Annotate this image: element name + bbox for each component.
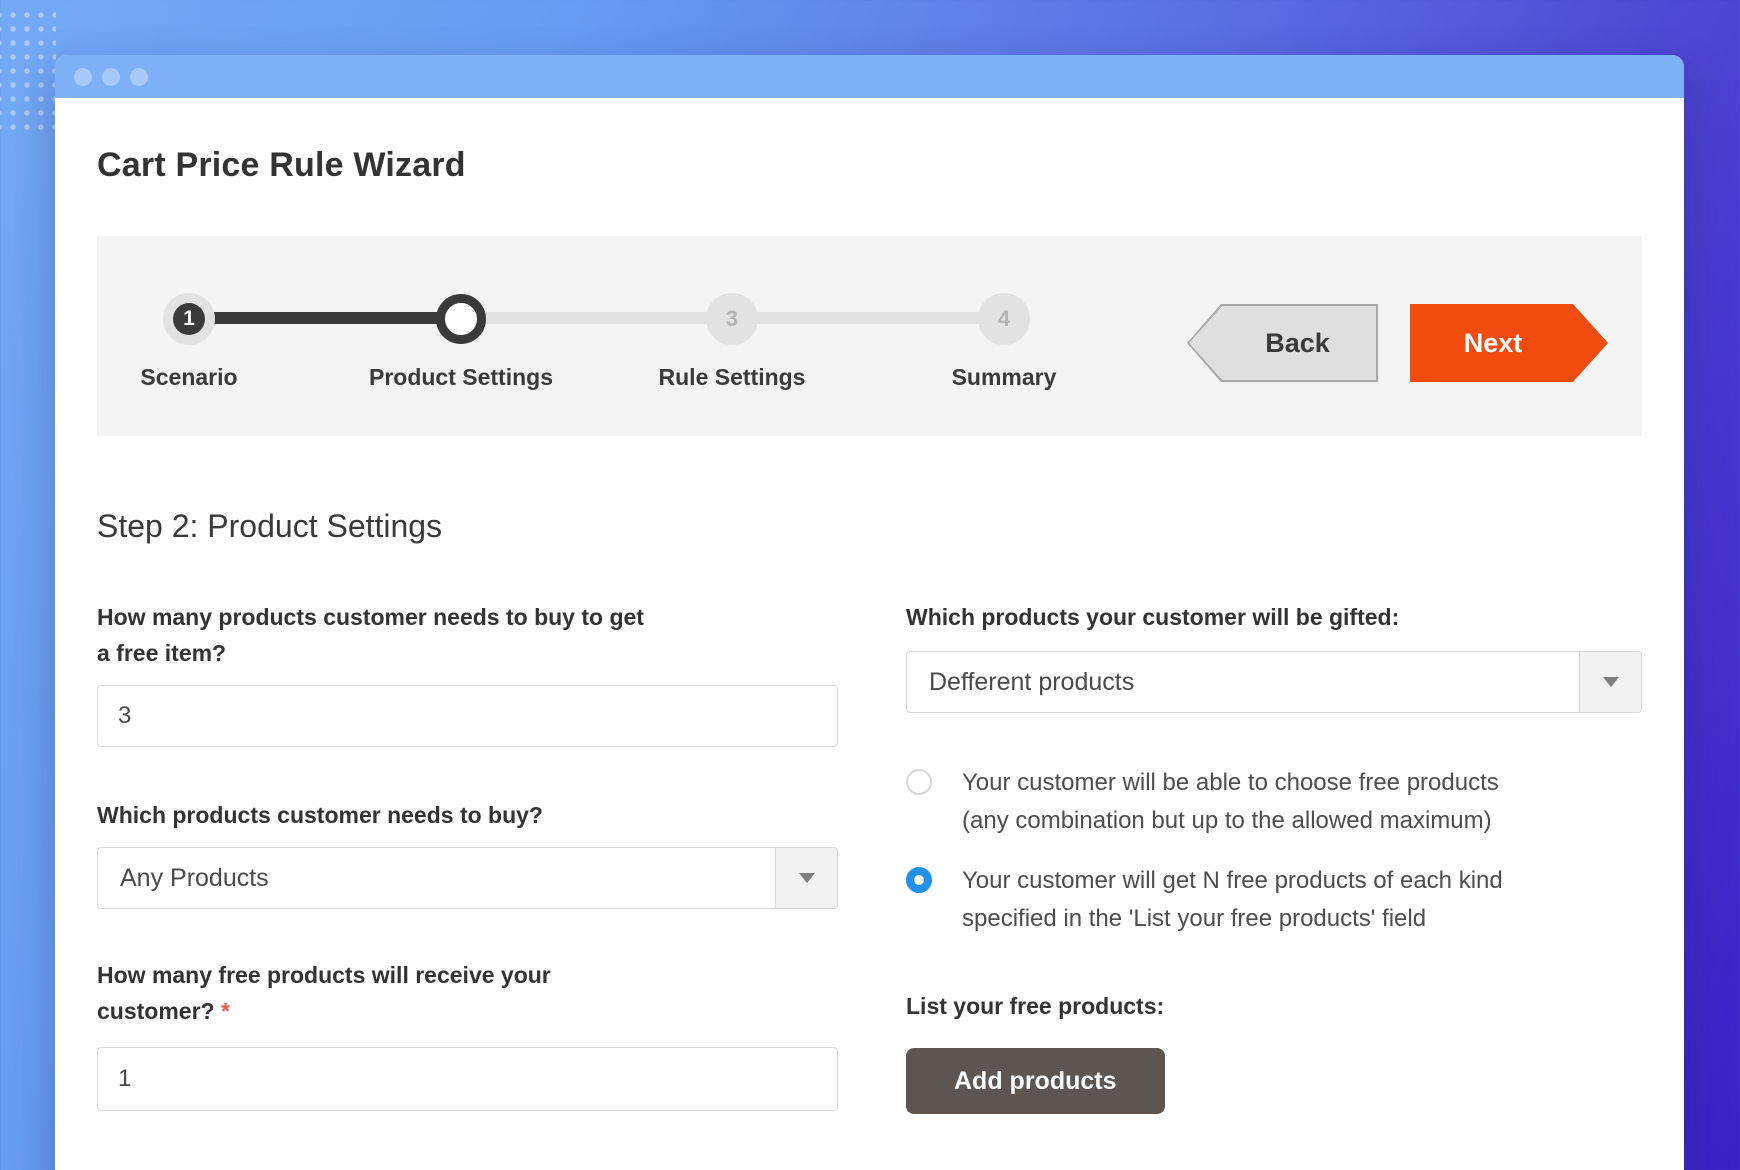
- form-column-right: Which products your customer will be gif…: [906, 599, 1642, 1114]
- stepper-connector: [461, 312, 732, 324]
- radio-option-text: Your customer will be able to choose fre…: [962, 764, 1499, 840]
- back-button-shape: Back: [1187, 304, 1378, 382]
- product-settings-form: How many products customer needs to buy …: [97, 599, 1642, 1114]
- form-column-left: How many products customer needs to buy …: [97, 599, 838, 1114]
- next-button-label: Next: [1464, 328, 1523, 359]
- back-button[interactable]: Back: [1187, 304, 1378, 382]
- radio-option-text: Your customer will get N free products o…: [962, 862, 1503, 938]
- buy-qty-input[interactable]: [97, 685, 838, 747]
- radio-checked-icon[interactable]: [906, 867, 932, 893]
- add-products-button[interactable]: Add products: [906, 1048, 1165, 1114]
- required-asterisk: *: [221, 998, 230, 1024]
- gifted-products-select-value: Defferent products: [907, 652, 1579, 712]
- page-title: Cart Price Rule Wizard: [97, 145, 1642, 185]
- wizard-stepper-panel: 1 Scenario Product Settings 3 Rule Setti…: [97, 236, 1642, 436]
- free-qty-input[interactable]: [97, 1047, 838, 1111]
- step-number: 1: [173, 303, 205, 335]
- gifted-products-label: Which products your customer will be gif…: [906, 599, 1642, 635]
- window-control-dot: [102, 68, 120, 86]
- step-heading: Step 2: Product Settings: [97, 508, 1642, 545]
- step-circle-current: [436, 294, 486, 344]
- next-button[interactable]: Next: [1410, 304, 1608, 382]
- buy-qty-label: How many products customer needs to buy …: [97, 599, 838, 671]
- buy-products-label: Which products customer needs to buy?: [97, 797, 838, 833]
- window-control-dot: [74, 68, 92, 86]
- step-label: Scenario: [69, 364, 309, 391]
- step-circle: 1: [163, 293, 215, 345]
- step-label: Summary: [884, 364, 1124, 391]
- gifted-products-select[interactable]: Defferent products: [906, 651, 1642, 713]
- radio-unchecked-icon[interactable]: [906, 769, 932, 795]
- step-label: Rule Settings: [612, 364, 852, 391]
- window-content: Cart Price Rule Wizard 1 Scenario Produc…: [55, 98, 1684, 1114]
- stepper-connector: [732, 312, 1004, 324]
- app-window: Cart Price Rule Wizard 1 Scenario Produc…: [55, 55, 1684, 1170]
- radio-option-n-free-products[interactable]: Your customer will get N free products o…: [906, 862, 1642, 938]
- chevron-down-icon[interactable]: [1579, 652, 1641, 712]
- buy-products-select[interactable]: Any Products: [97, 847, 838, 909]
- back-button-label: Back: [1189, 306, 1376, 380]
- chevron-down-icon[interactable]: [775, 848, 837, 908]
- step-label: Product Settings: [341, 364, 581, 391]
- radio-option-choose-free-products[interactable]: Your customer will be able to choose fre…: [906, 764, 1642, 840]
- free-products-list-label: List your free products:: [906, 988, 1642, 1024]
- window-control-dot: [130, 68, 148, 86]
- stepper-connector-completed: [189, 312, 461, 324]
- buy-products-select-value: Any Products: [98, 848, 775, 908]
- step-circle: 3: [706, 293, 758, 345]
- free-qty-label: How many free products will receive your…: [97, 957, 838, 1029]
- background-dots-pattern: [0, 8, 56, 138]
- step-circle: 4: [978, 293, 1030, 345]
- window-titlebar: [55, 55, 1684, 98]
